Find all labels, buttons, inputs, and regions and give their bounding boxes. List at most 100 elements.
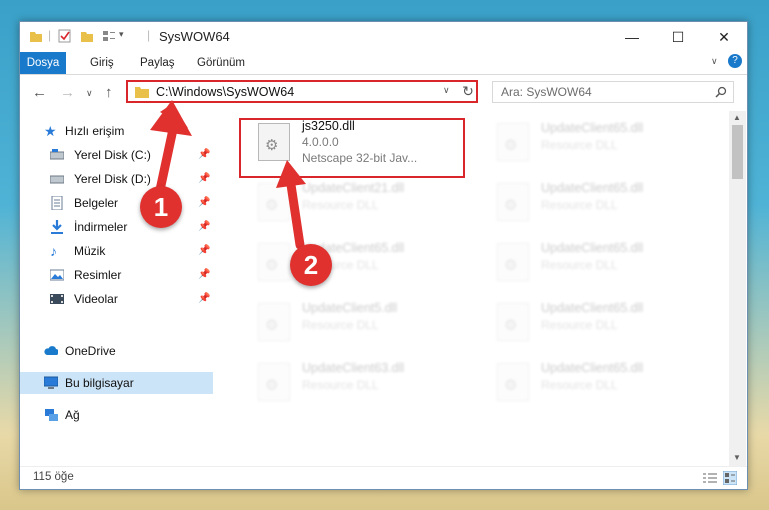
properties-icon[interactable] (58, 29, 72, 43)
sidebar-item-label: İndirmeler (74, 220, 128, 234)
sidebar-item-pictures[interactable]: Resimler 📌 (20, 264, 213, 286)
star-icon: ★ (44, 123, 57, 139)
new-folder-icon[interactable] (80, 29, 94, 43)
recent-locations-icon[interactable]: ∨ (86, 88, 93, 99)
help-icon[interactable]: ? (728, 54, 742, 68)
sidebar-item-downloads[interactable]: İndirmeler 📌 (20, 216, 213, 238)
tab-share[interactable]: Paylaş (140, 52, 175, 74)
ribbon-tabs: Dosya Giriş Paylaş Görünüm ∨ ? (20, 52, 747, 75)
sidebar-item-label: Resimler (74, 268, 122, 282)
callout-step-2: 2 (290, 244, 332, 286)
drive-icon (50, 175, 64, 184)
customize-toolbar-icon[interactable]: ▾ (119, 29, 124, 40)
dll-file-icon: ⚙ (497, 303, 529, 341)
sidebar-item-videos[interactable]: Videolar 📌 (20, 288, 213, 310)
tab-home[interactable]: Giriş (90, 52, 114, 74)
item-count: 115 öğe (33, 471, 74, 483)
sidebar-item-network[interactable]: Ağ (20, 404, 213, 426)
sidebar-item-label: Hızlı erişim (65, 124, 125, 138)
pin-icon[interactable]: 📌 (198, 240, 210, 262)
dll-file-icon: ⚙ (497, 183, 529, 221)
network-icon (45, 409, 58, 421)
dll-file-icon: ⚙ (258, 183, 290, 221)
pin-icon[interactable]: 📌 (198, 168, 210, 190)
title-bar: | ▾ | SysWOW64 — ☐ ✕ (20, 22, 747, 52)
sidebar-item-label: Bu bilgisayar (65, 376, 134, 390)
scroll-up-icon[interactable]: ▲ (733, 113, 741, 122)
dll-file-icon: ⚙ (258, 303, 290, 341)
dll-file-icon: ⚙ (497, 123, 529, 161)
file-description: Resource DLL (541, 378, 618, 392)
tab-file[interactable]: Dosya (20, 52, 66, 74)
address-dropdown-icon[interactable]: ∨ (443, 85, 450, 96)
tab-view[interactable]: Görünüm (197, 52, 245, 74)
sidebar-item-label: OneDrive (65, 344, 116, 358)
scroll-down-icon[interactable]: ▼ (733, 453, 741, 462)
window-title: SysWOW64 (159, 29, 230, 44)
search-box[interactable]: Ara: SysWOW64 (492, 81, 734, 103)
maximize-button[interactable]: ☐ (655, 22, 701, 52)
file-description: Resource DLL (541, 198, 618, 212)
file-item[interactable]: ⚙ UpdateClient21.dll Resource DLL (250, 177, 480, 227)
sidebar-item-quick-access[interactable]: ★ Hızlı erişim (20, 120, 213, 142)
sidebar-item-this-pc[interactable]: Bu bilgisayar (20, 372, 213, 394)
folder-icon (30, 32, 42, 42)
pin-icon[interactable]: 📌 (198, 216, 210, 238)
file-item[interactable]: ⚙ UpdateClient65.dll Resource DLL (489, 177, 719, 227)
search-icon[interactable] (715, 86, 727, 98)
sidebar-item-music[interactable]: ♪ Müzik 📌 (20, 240, 213, 262)
file-item[interactable]: ⚙ UpdateClient63.dll Resource DLL (250, 357, 480, 407)
address-bar[interactable]: C:\Windows\SysWOW64 ∨ (126, 80, 478, 103)
sidebar-item-label: Yerel Disk (C:) (74, 148, 151, 162)
close-button[interactable]: ✕ (701, 22, 747, 52)
separator: | (147, 28, 151, 42)
file-name: UpdateClient21.dll (302, 181, 405, 195)
file-name: UpdateClient65.dll (541, 301, 644, 315)
videos-icon (50, 294, 64, 304)
gear-icon: ⚙ (504, 377, 518, 394)
file-name: UpdateClient65.dll (541, 361, 644, 375)
sidebar-item-label: Müzik (74, 244, 106, 258)
expand-ribbon-icon[interactable]: ∨ (711, 56, 718, 67)
file-description: Resource DLL (541, 258, 618, 272)
refresh-icon[interactable]: ↻ (458, 80, 478, 103)
view-icon[interactable] (102, 29, 116, 43)
sidebar-item-label: Yerel Disk (D:) (74, 172, 151, 186)
file-name: UpdateClient65.dll (541, 181, 644, 195)
music-icon: ♪ (50, 243, 57, 259)
sidebar-item-label: Ağ (65, 408, 80, 422)
navigation-bar: ← → ∨ ↑ C:\Windows\SysWOW64 ∨ ↻ Ara: Sys… (20, 75, 747, 111)
address-path: C:\Windows\SysWOW64 (156, 85, 295, 99)
gear-icon: ⚙ (504, 257, 518, 274)
minimize-button[interactable]: — (609, 22, 655, 52)
sidebar-item-label: Videolar (74, 292, 118, 306)
file-item[interactable]: ⚙ UpdateClient65.dll Resource DLL (489, 297, 719, 347)
vertical-scrollbar[interactable]: ▲ ▼ (729, 111, 746, 466)
details-view-icon[interactable] (703, 472, 717, 484)
download-icon (51, 220, 63, 234)
gear-icon: ⚙ (265, 197, 279, 214)
dll-file-icon: ⚙ (258, 363, 290, 401)
file-item[interactable]: ⚙ UpdateClient65.dll Resource DLL (489, 357, 719, 407)
file-item[interactable]: ⚙ UpdateClient65.dll Resource DLL (489, 237, 719, 287)
file-item[interactable]: ⚙ UpdateClient65.dll Resource DLL (489, 117, 719, 167)
up-arrow-icon[interactable]: ↑ (105, 84, 113, 101)
file-description: Resource DLL (541, 318, 618, 332)
pin-icon[interactable]: 📌 (198, 192, 210, 214)
pin-icon[interactable]: 📌 (198, 264, 210, 286)
sidebar-item-documents[interactable]: Belgeler 📌 (20, 192, 213, 214)
explorer-window: | ▾ | SysWOW64 — ☐ ✕ Dosya Giriş Paylaş … (19, 21, 748, 490)
scrollbar-thumb[interactable] (732, 125, 743, 179)
sidebar-item-onedrive[interactable]: OneDrive (20, 340, 213, 362)
file-name: UpdateClient65.dll (541, 241, 644, 255)
file-item[interactable]: ⚙ UpdateClient5.dll Resource DLL (250, 297, 480, 347)
sidebar-item-local-disk-d[interactable]: Yerel Disk (D:) 📌 (20, 168, 213, 190)
file-item[interactable]: ⚙ UpdateClient65.dll Resource DLL (250, 237, 480, 287)
forward-arrow-icon[interactable]: → (60, 84, 75, 101)
back-arrow-icon[interactable]: ← (32, 84, 47, 101)
sidebar-item-local-disk-c[interactable]: Yerel Disk (C:) 📌 (20, 144, 213, 166)
pin-icon[interactable]: 📌 (198, 288, 210, 310)
tiles-view-icon[interactable] (723, 471, 737, 485)
pin-icon[interactable]: 📌 (198, 144, 210, 166)
callout-step-1: 1 (140, 186, 182, 228)
